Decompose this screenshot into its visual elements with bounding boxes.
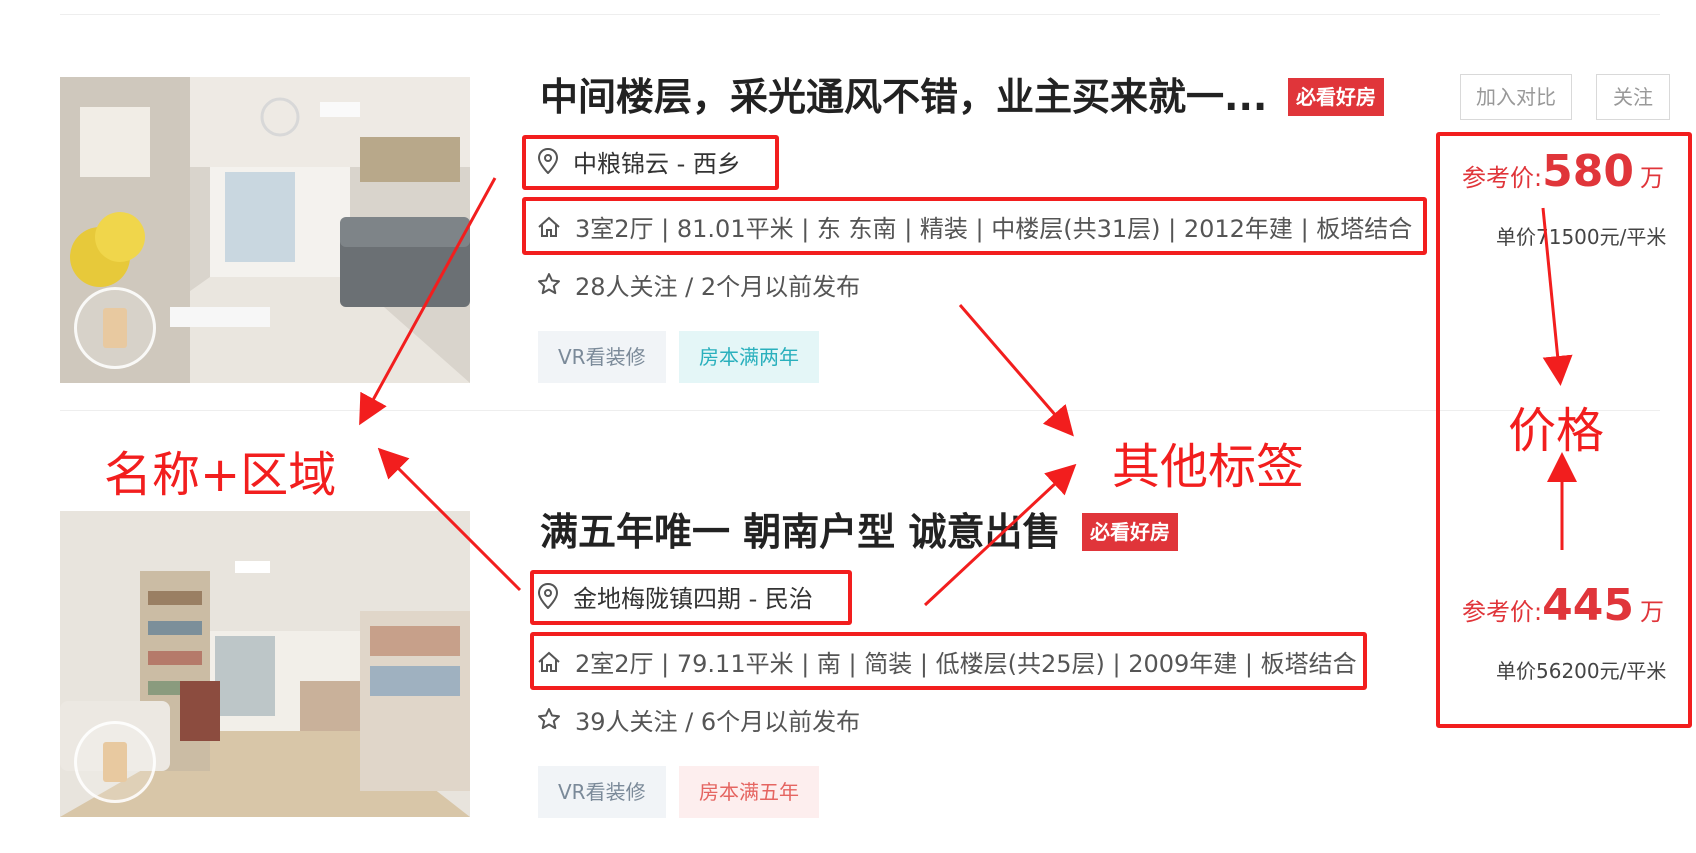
- listing-title[interactable]: 中间楼层，采光通风不错，业主买来就一...: [540, 74, 1267, 120]
- annotation-box-location-2: [530, 570, 852, 625]
- vr-play-icon[interactable]: [74, 287, 156, 369]
- must-see-badge: 必看好房: [1288, 78, 1384, 116]
- listing-photo-2[interactable]: [60, 511, 470, 817]
- listing-photo-1[interactable]: [60, 77, 470, 383]
- annotation-box-details-1: [522, 197, 1427, 255]
- annotation-box-details-2: [530, 632, 1367, 690]
- tag-vr: VR看装修: [538, 766, 666, 818]
- annotation-price: 价格: [1508, 403, 1605, 459]
- follow-button[interactable]: 关注: [1596, 74, 1670, 120]
- arrow-tags-to-listing1: [958, 304, 1074, 437]
- must-see-badge: 必看好房: [1082, 513, 1178, 551]
- tag-five-years: 房本满五年: [679, 766, 819, 818]
- listing-followers: 39人关注 / 6个月以前发布: [537, 705, 860, 740]
- tag-two-years: 房本满两年: [679, 331, 819, 383]
- followers-text: 39人关注 / 6个月以前发布: [575, 708, 861, 736]
- listing-divider: [60, 410, 1660, 411]
- annotation-name-region: 名称+区域: [104, 447, 337, 503]
- followers-text: 28人关注 / 2个月以前发布: [575, 273, 861, 301]
- listing-title[interactable]: 满五年唯一 朝南户型 诚意出售: [540, 509, 1060, 555]
- annotation-other-tags: 其他标签: [1112, 439, 1305, 495]
- annotation-box-location-1: [522, 135, 779, 190]
- vr-play-icon[interactable]: [74, 721, 156, 803]
- add-to-compare-button[interactable]: 加入对比: [1460, 74, 1572, 120]
- tag-vr: VR看装修: [538, 331, 666, 383]
- top-divider: [60, 14, 1660, 15]
- star-icon: [537, 706, 561, 740]
- star-icon: [537, 271, 561, 305]
- listing-followers: 28人关注 / 2个月以前发布: [537, 270, 860, 305]
